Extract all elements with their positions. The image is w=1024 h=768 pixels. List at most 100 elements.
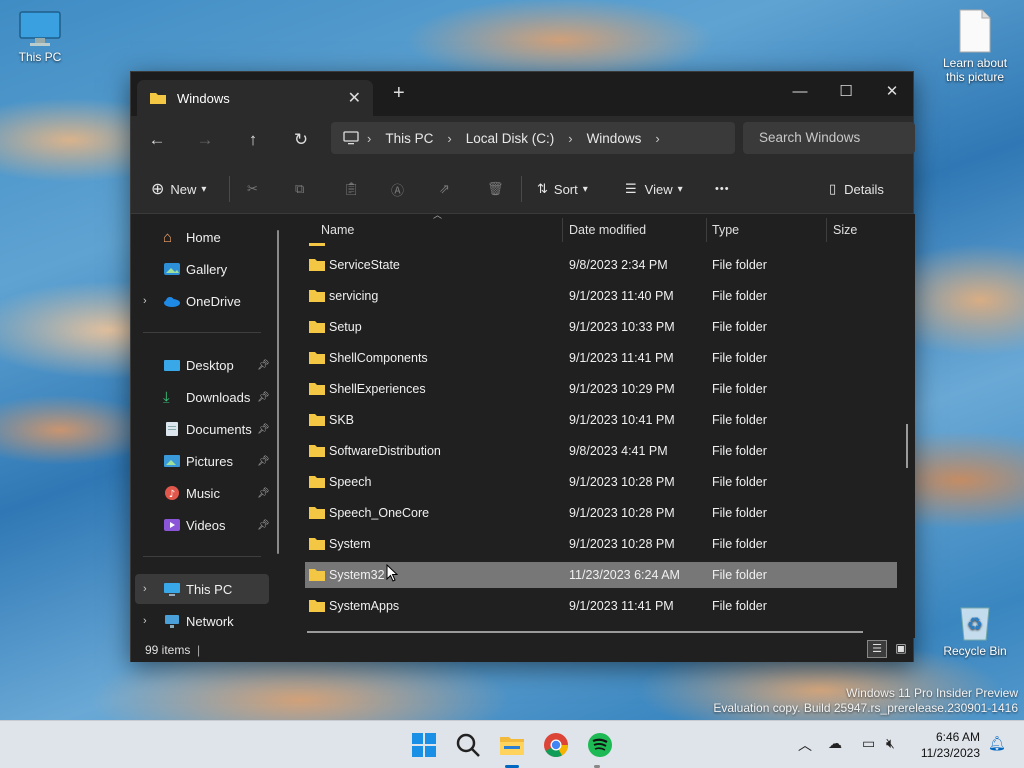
onedrive-offline-icon[interactable]: ☁ [828,735,842,752]
spotify-icon[interactable] [584,729,616,761]
file-date: 9/1/2023 11:41 PM [569,599,674,613]
pin-icon[interactable]: 📌︎ [257,456,270,467]
minimize-button[interactable]: — [777,78,823,106]
file-row[interactable]: Setup 9/1/2023 10:33 PM File folder [305,314,897,340]
column-header-name[interactable]: Name [321,218,354,242]
refresh-button[interactable]: ↻ [287,126,315,154]
file-row[interactable]: servicing 9/1/2023 11:40 PM File folder [305,283,897,309]
file-name: ShellComponents [329,351,428,365]
chevron-right-icon[interactable]: › [143,295,147,307]
pin-icon[interactable]: 📌︎ [257,520,270,531]
file-type: File folder [712,351,767,365]
chevron-up-icon[interactable]: ︿ [798,735,812,755]
share-button[interactable]: ⇗ [439,176,450,202]
up-button[interactable]: ↑ [239,126,267,154]
sidebar-scrollbar[interactable] [277,230,279,554]
sidebar-item-network[interactable]: › Network [131,606,271,636]
clock-date: 11/23/2023 [920,746,980,760]
breadcrumb-local-disk[interactable]: Local Disk (C:) [466,131,555,146]
breadcrumb-windows[interactable]: Windows [587,131,642,146]
divider [143,556,261,557]
pin-icon[interactable]: 📌︎ [257,488,270,499]
new-button[interactable]: ⊕ New ▾ [151,176,206,202]
copy-button[interactable]: ⧉ [295,176,304,202]
file-row[interactable]: SKB 9/1/2023 10:41 PM File folder [305,407,897,433]
new-tab-button[interactable]: + [393,82,405,105]
sort-button[interactable]: ⇅ Sort ▾ [537,176,588,202]
desktop-icon-learn-picture[interactable]: Learn about this picture [935,8,1015,84]
view-button[interactable]: ☰ View ▾ [625,176,683,202]
breadcrumb-this-pc[interactable]: This PC [385,131,433,146]
file-date: 9/8/2023 4:41 PM [569,444,668,458]
column-divider[interactable] [562,218,563,242]
file-type: File folder [712,413,767,427]
sidebar-label: Pictures [186,453,233,469]
clock[interactable]: 6:46 AM 11/23/2023 [921,729,980,761]
volume-muted-icon[interactable]: 🔇︎ [886,735,895,752]
file-row[interactable]: SoftwareDistribution 9/8/2023 4:41 PM File… [305,438,897,464]
column-header-type[interactable]: Type [712,218,739,242]
file-explorer-icon[interactable] [496,729,528,761]
sidebar-item-this-pc[interactable]: › This PC [135,574,269,604]
file-row[interactable]: ShellComponents 9/1/2023 11:41 PM File fol… [305,345,897,371]
desktop-icon-recycle-bin[interactable]: ♻ Recycle Bin [935,600,1015,658]
file-row[interactable]: Speech_OneCore 9/1/2023 10:28 PM File fold… [305,500,897,526]
sidebar-item-pictures[interactable]: Pictures 📌︎ [131,446,271,476]
address-bar[interactable]: › This PC › Local Disk (C:) › Windows › [331,122,735,154]
videos-icon [164,519,180,531]
delete-button[interactable]: 🗑︎ [487,176,504,202]
sidebar-item-videos[interactable]: Videos 📌︎ [131,510,271,540]
pin-icon[interactable]: 📌︎ [257,392,270,403]
sidebar-item-gallery[interactable]: Gallery [131,254,271,284]
paste-button[interactable]: 📋︎ [343,176,360,202]
column-divider[interactable] [706,218,707,242]
desktop-icon-this-pc[interactable]: This PC [0,10,80,64]
pin-icon[interactable]: 📌︎ [257,424,270,435]
more-options-button[interactable]: ••• [715,176,730,202]
file-row[interactable]: ShellExperiences 9/1/2023 10:29 PM File fo… [305,376,897,402]
chevron-right-icon[interactable]: › [143,583,147,595]
file-row[interactable]: SystemApps 9/1/2023 11:41 PM File folder [305,593,897,619]
details-button[interactable]: ▯ Details [829,176,884,202]
tiles-view-icon[interactable]: ▣ [891,640,911,658]
file-row[interactable]: System 9/1/2023 10:28 PM File folder [305,531,897,557]
file-type: File folder [712,599,767,613]
column-header-date[interactable]: Date modified [569,218,646,242]
vertical-scrollbar[interactable] [906,424,908,468]
sidebar-item-desktop[interactable]: Desktop 📌︎ [131,350,271,380]
cut-button[interactable]: ✂ [247,176,258,202]
sidebar-item-music[interactable]: ♪ Music 📌︎ [131,478,271,508]
column-header-size[interactable]: Size [833,218,857,242]
search-icon[interactable] [452,729,484,761]
close-tab-icon[interactable]: ✕ [348,88,361,108]
close-window-button[interactable]: ✕ [869,78,915,106]
horizontal-scrollbar[interactable] [307,631,863,633]
clock-time: 6:46 AM [935,730,980,744]
tab-windows[interactable]: Windows ✕ [137,80,373,116]
sidebar-label: Gallery [186,261,228,277]
start-icon[interactable] [408,729,440,761]
maximize-button[interactable]: ☐ [823,78,869,106]
notification-bell-icon[interactable]: 🔔︎ [988,735,1006,752]
scissors-icon: ✂ [247,181,258,196]
sidebar-item-home[interactable]: ⌂ Home [131,222,271,252]
column-divider[interactable] [826,218,827,242]
chevron-right-icon[interactable]: › [143,615,147,627]
details-view-icon[interactable]: ☰ [867,640,887,658]
status-bar: 99 items | ☰ ▣ [131,638,913,662]
sidebar-item-downloads[interactable]: ⤓ Downloads 📌︎ [131,382,271,412]
back-button[interactable]: ← [143,126,171,154]
folder-icon [309,445,325,457]
folder-icon [309,321,325,333]
rename-button[interactable]: Ⓐ [391,176,404,202]
chrome-icon[interactable] [540,729,572,761]
file-row[interactable]: Speech 9/1/2023 10:28 PM File folder [305,469,897,495]
sidebar-item-onedrive[interactable]: › OneDrive [131,286,271,316]
file-row[interactable]: ServiceState 9/8/2023 2:34 PM File folder [305,252,897,278]
network-icon[interactable]: ▭ [862,735,875,752]
sidebar-item-documents[interactable]: Documents 📌︎ [131,414,271,444]
chevron-down-icon: ▾ [201,183,207,195]
search-input[interactable]: Search Windows [743,122,915,154]
pin-icon[interactable]: 📌︎ [257,360,270,371]
forward-button[interactable]: → [191,126,219,154]
